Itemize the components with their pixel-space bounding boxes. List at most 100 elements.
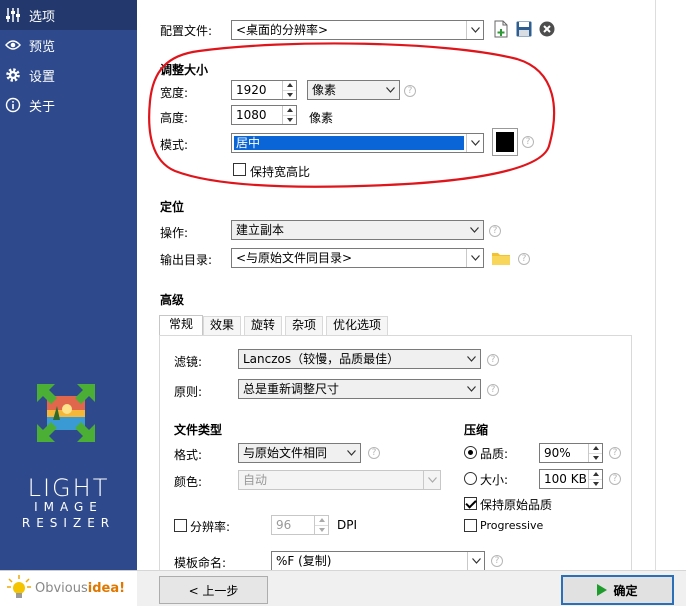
stepper-up-icon[interactable] bbox=[315, 516, 328, 526]
sidebar-item-settings[interactable]: 设置 bbox=[0, 60, 137, 90]
resolution-value: 96 bbox=[276, 518, 292, 532]
play-icon bbox=[597, 584, 608, 596]
info-icon bbox=[4, 96, 22, 114]
sidebar-item-label: 关于 bbox=[29, 99, 56, 115]
rule-select[interactable]: 总是重新调整尺寸 bbox=[238, 379, 481, 399]
delete-icon[interactable] bbox=[539, 21, 555, 40]
chevron-down-icon bbox=[466, 221, 483, 239]
output-select[interactable]: <与原始文件同目录> bbox=[231, 248, 484, 268]
tab-effects[interactable]: 效果 bbox=[203, 316, 241, 335]
keep-quality-label[interactable]: 保持原始品质 bbox=[480, 496, 552, 513]
format-select[interactable]: 与原始文件相同 bbox=[238, 443, 361, 463]
filter-value: Lanczos（较慢，品质最佳） bbox=[243, 352, 400, 366]
eye-icon bbox=[4, 36, 22, 54]
red-annotation-circle bbox=[148, 42, 556, 188]
template-select[interactable]: %F (复制) bbox=[271, 551, 485, 571]
tab-misc[interactable]: 杂项 bbox=[285, 316, 323, 335]
progressive-label[interactable]: Progressive bbox=[480, 519, 543, 532]
tab-rotate[interactable]: 旋转 bbox=[244, 316, 282, 335]
rule-value: 总是重新调整尺寸 bbox=[243, 382, 340, 396]
resolution-checkbox[interactable] bbox=[174, 519, 187, 532]
brand-prefix: Obvious bbox=[35, 581, 88, 596]
resolution-input[interactable]: 96 bbox=[271, 515, 329, 535]
help-icon[interactable]: ? bbox=[489, 225, 501, 237]
quality-radio[interactable] bbox=[464, 446, 477, 459]
filetype-title: 文件类型 bbox=[174, 423, 223, 437]
quality-label[interactable]: 品质: bbox=[480, 445, 508, 462]
filter-select[interactable]: Lanczos（较慢，品质最佳） bbox=[238, 349, 481, 369]
keep-quality-checkbox[interactable] bbox=[464, 497, 477, 510]
template-value: %F (复制) bbox=[276, 554, 332, 568]
color-select[interactable]: 自动 bbox=[238, 470, 441, 490]
resolution-stepper[interactable] bbox=[314, 516, 328, 534]
advanced-section-title: 高级 bbox=[160, 293, 185, 307]
size-label[interactable]: 大小: bbox=[480, 471, 508, 488]
ok-button[interactable]: 确定 bbox=[561, 575, 674, 605]
profile-value: <桌面的分辨率> bbox=[236, 23, 329, 37]
tab-general[interactable]: 常规 bbox=[159, 315, 203, 335]
help-icon[interactable]: ? bbox=[609, 447, 621, 459]
brand-suffix: idea! bbox=[87, 581, 126, 596]
sidebar-item-label: 选项 bbox=[29, 9, 56, 25]
stepper-down-icon[interactable] bbox=[589, 480, 602, 489]
size-value: 100 KB bbox=[544, 472, 587, 486]
sidebar-item-about[interactable]: 关于 bbox=[0, 90, 137, 120]
sidebar-item-preview[interactable]: 预览 bbox=[0, 30, 137, 60]
back-button[interactable]: < 上一步 bbox=[159, 576, 268, 604]
output-label: 输出目录: bbox=[160, 253, 213, 267]
help-icon[interactable]: ? bbox=[609, 473, 621, 485]
color-value: 自动 bbox=[243, 473, 268, 487]
size-input[interactable]: 100 KB bbox=[539, 469, 603, 489]
folder-icon[interactable] bbox=[492, 251, 510, 268]
quality-input[interactable]: 90% bbox=[539, 443, 603, 463]
chevron-down-icon bbox=[423, 471, 440, 489]
sidebar-item-label: 设置 bbox=[29, 69, 56, 85]
template-label: 模板命名: bbox=[174, 556, 227, 570]
compression-title: 压缩 bbox=[464, 423, 489, 437]
resolution-label[interactable]: 分辨率: bbox=[190, 518, 230, 535]
scrollbar-divider bbox=[655, 0, 656, 570]
brand-resizer: RESIZER bbox=[21, 516, 116, 530]
chevron-down-icon bbox=[467, 552, 484, 570]
rule-label: 原则: bbox=[174, 385, 203, 399]
stepper-up-icon[interactable] bbox=[589, 444, 602, 454]
profile-label: 配置文件: bbox=[160, 24, 213, 38]
progressive-checkbox[interactable] bbox=[464, 519, 477, 532]
help-icon[interactable]: ? bbox=[518, 253, 530, 265]
sliders-icon bbox=[4, 6, 22, 24]
sidebar: 选项 预览 设置 关于 LIGHT IMAGE RESIZER bbox=[0, 0, 137, 570]
stepper-down-icon[interactable] bbox=[589, 454, 602, 463]
quality-value: 90% bbox=[544, 446, 571, 460]
action-select[interactable]: 建立副本 bbox=[231, 220, 484, 240]
chevron-down-icon bbox=[466, 249, 483, 267]
brand-light: LIGHT bbox=[27, 474, 110, 502]
chevron-down-icon bbox=[463, 350, 480, 368]
output-value: <与原始文件同目录> bbox=[236, 251, 353, 265]
brand-image: IMAGE bbox=[34, 500, 103, 514]
position-section-title: 定位 bbox=[160, 200, 185, 214]
obviousidea-logo[interactable]: Obviousidea! bbox=[0, 570, 137, 606]
gear-icon bbox=[4, 66, 22, 84]
profile-select[interactable]: <桌面的分辨率> bbox=[231, 20, 484, 40]
new-profile-icon[interactable] bbox=[494, 20, 509, 41]
size-stepper[interactable] bbox=[588, 470, 602, 488]
size-radio[interactable] bbox=[464, 472, 477, 485]
sidebar-item-label: 预览 bbox=[29, 39, 56, 55]
help-icon[interactable]: ? bbox=[491, 555, 503, 567]
tab-optimize[interactable]: 优化选项 bbox=[326, 316, 388, 335]
lightbulb-icon bbox=[6, 574, 32, 603]
color-label: 颜色: bbox=[174, 475, 203, 489]
ok-label: 确定 bbox=[613, 583, 638, 598]
stepper-up-icon[interactable] bbox=[589, 470, 602, 480]
chevron-down-icon bbox=[463, 380, 480, 398]
obviousidea-text: Obviousidea! bbox=[35, 581, 125, 596]
resolution-unit: DPI bbox=[337, 518, 358, 532]
sidebar-item-options[interactable]: 选项 bbox=[0, 0, 137, 30]
chevron-down-icon bbox=[343, 444, 360, 462]
save-icon[interactable] bbox=[516, 21, 532, 40]
help-icon[interactable]: ? bbox=[487, 384, 499, 396]
quality-stepper[interactable] bbox=[588, 444, 602, 462]
stepper-down-icon[interactable] bbox=[315, 526, 328, 535]
help-icon[interactable]: ? bbox=[487, 354, 499, 366]
help-icon[interactable]: ? bbox=[368, 447, 380, 459]
